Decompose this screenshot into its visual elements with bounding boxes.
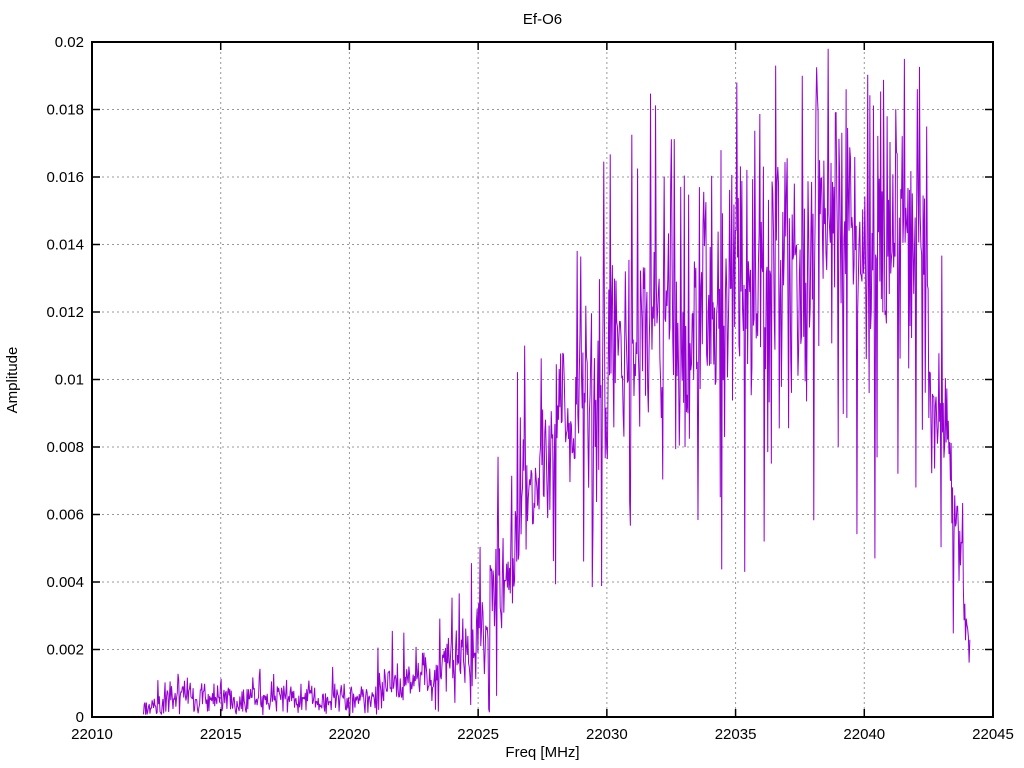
- y-tick-label: 0.012: [46, 304, 84, 321]
- y-tick-label: 0.02: [55, 34, 84, 51]
- x-tick-label: 22030: [586, 726, 628, 743]
- x-tick-label: 22010: [71, 726, 113, 743]
- series-line: [142, 48, 971, 716]
- plot-area: 22010 22015 22020 22025 22030 22035 22040 22045…: [46, 34, 1014, 743]
- x-tick-label: 22035: [715, 726, 757, 743]
- y-tick-label: 0.004: [46, 574, 84, 591]
- y-tick-label: 0.016: [46, 169, 84, 186]
- y-tick-label: 0.006: [46, 507, 84, 524]
- x-tick-label: 22040: [843, 726, 885, 743]
- y-tick-label: 0: [76, 709, 84, 726]
- y-tick-label: 0.014: [46, 237, 84, 254]
- y-tick-label: 0.018: [46, 102, 84, 119]
- y-tick-label: 0.008: [46, 439, 84, 456]
- x-tick-label: 22015: [200, 726, 242, 743]
- spectrum-chart: Ef-O6 22010 22015 22020 22025 22030 22035 2204…: [0, 0, 1024, 768]
- y-tick-label: 0.01: [55, 372, 84, 389]
- x-tick-label: 22045: [972, 726, 1014, 743]
- x-tick-label: 22020: [329, 726, 371, 743]
- x-axis-label: Freq [MHz]: [505, 744, 580, 761]
- x-tick-label: 22025: [457, 726, 499, 743]
- y-tick-label: 0.002: [46, 642, 84, 659]
- y-axis-label: Amplitude: [4, 346, 21, 414]
